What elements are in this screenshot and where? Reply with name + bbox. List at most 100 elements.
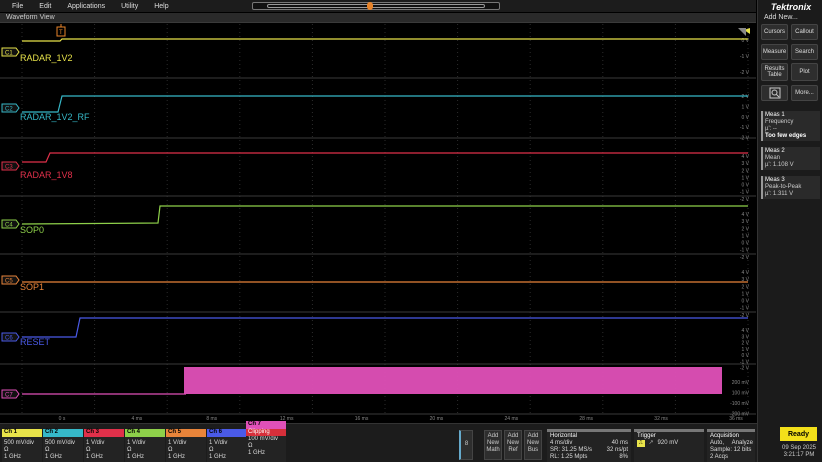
trigger-position: 8% — [619, 454, 628, 460]
horizontal-panel[interactable]: Horizontal 4 ms/div 40 ms SR: 31.25 MS/s 3… — [547, 429, 631, 462]
channel-id: C1 — [5, 51, 13, 57]
ch-bandwidth: 1 GHz — [209, 454, 227, 460]
volt-label: 100 mV — [732, 391, 750, 397]
trigger-panel[interactable]: Trigger ⎍ ↗ 920 mV — [634, 429, 704, 462]
volt-label: 0 V — [741, 115, 749, 121]
ch-termination: Ω — [248, 443, 253, 449]
menu-file[interactable]: File — [12, 3, 23, 10]
trigger-position-marker[interactable] — [367, 2, 373, 10]
waveform-plot[interactable]: 0 V -1 V -2 V2 V1 V0 V -1 V -2 V4 V3 V2 V1 V… — [0, 24, 756, 422]
time-label: 0 s — [59, 416, 66, 422]
search-button[interactable]: Search — [791, 44, 818, 60]
volt-label: 2 V — [741, 284, 749, 290]
volt-label: 0 V — [741, 353, 749, 359]
ch-termination: Ω — [168, 447, 173, 453]
menu-utility[interactable]: Utility — [121, 3, 138, 10]
channel-id: C3 — [5, 165, 13, 171]
trigger-level: 920 mV — [657, 440, 679, 446]
cursors-button[interactable]: Cursors — [761, 24, 788, 40]
volt-label: 200 mV — [732, 380, 750, 386]
ch-label: Ch 7 — [246, 421, 286, 429]
time-label: 32 ms — [654, 416, 668, 422]
add-new-math-button[interactable]: Add New Math — [484, 430, 502, 460]
volt-label: 1 V — [741, 347, 749, 353]
ch-label: Ch 6 — [207, 429, 247, 437]
ch-termination: Ω — [45, 447, 50, 453]
zoom-button[interactable] — [761, 85, 788, 101]
ch-scale: 1 V/div — [86, 440, 105, 446]
meas-value: µ': -- — [765, 126, 777, 132]
measure-button[interactable]: Measure — [761, 44, 788, 60]
clipping-warning: Clipping — [246, 429, 286, 436]
volt-label: -100 mV — [730, 401, 750, 407]
ch3-badge[interactable]: Ch 3 1 V/div Ω 1 GHz — [84, 429, 124, 462]
meas-title: Meas 1 — [765, 112, 785, 118]
volt-label: 2 V — [741, 226, 749, 232]
volt-label: 4 V — [741, 328, 749, 334]
channel-name: RADAR_1V2 — [20, 53, 73, 63]
menu-applications[interactable]: Applications — [67, 3, 105, 10]
horizontal-title: Horizontal — [550, 433, 578, 439]
volt-label: 4 V — [741, 270, 749, 276]
acquisition-panel[interactable]: Acquisition Auto, Sample: 12 bits 2 Acqs… — [707, 429, 755, 462]
ch-label: Ch 3 — [84, 429, 124, 437]
meas-name: Peak-to-Peak — [765, 184, 802, 190]
volt-label: 0 V — [741, 183, 749, 189]
meas-2-badge[interactable]: Meas 2 Mean µ': 1.108 V — [761, 147, 820, 170]
ch4-badge[interactable]: Ch 4 1 V/div Ω 1 GHz — [125, 429, 165, 462]
volt-label: -1 V — [740, 54, 750, 60]
ch-bandwidth: 1 GHz — [248, 450, 266, 456]
more-button[interactable]: More... — [791, 85, 818, 101]
time-label: 24 ms — [505, 416, 519, 422]
volt-label: -1 V — [740, 306, 750, 312]
ch1-badge[interactable]: Ch 1 500 mV/div Ω 1 GHz — [2, 429, 42, 462]
ch-scale: 1 V/div — [209, 440, 228, 446]
meas-name: Frequency — [765, 119, 794, 125]
add-new-bus-button[interactable]: Add New Bus — [524, 430, 542, 460]
volt-label: 3 V — [741, 161, 749, 167]
menu-edit[interactable]: Edit — [39, 3, 51, 10]
ch-termination: Ω — [127, 447, 132, 453]
meas-3-badge[interactable]: Meas 3 Peak-to-Peak µ': 1.311 V — [761, 176, 820, 199]
waveform-view-title: Waveform View — [6, 14, 55, 21]
ch-bandwidth: 1 GHz — [127, 454, 145, 460]
volt-label: -2 V — [740, 197, 750, 203]
ch5-badge[interactable]: Ch 5 1 V/div Ω 1 GHz — [166, 429, 206, 462]
ch7-badge[interactable]: Ch 7 Clipping 100 mV/div Ω 1 GHz — [246, 421, 286, 462]
ch-scale: 1 V/div — [168, 440, 187, 446]
ch2-badge[interactable]: Ch 2 500 mV/div Ω 1 GHz — [43, 429, 83, 462]
plot-button[interactable]: Plot — [791, 63, 818, 81]
meas-value: µ': 1.311 V — [765, 191, 794, 197]
channel-id: C5 — [5, 279, 13, 285]
menu-help[interactable]: Help — [154, 3, 168, 10]
ch-bandwidth: 1 GHz — [45, 454, 63, 460]
record-length: RL: 1.25 Mpts — [550, 454, 588, 460]
scroll-thumb[interactable] — [267, 4, 485, 8]
waveform-svg[interactable]: 0 V-1 V-2 V2 V1 V0 V-1 V-2 V4 V3 V2 V1 V… — [0, 24, 756, 422]
sample-rate: SR: 31.25 MS/s — [550, 447, 593, 453]
volt-label: 4 V — [741, 212, 749, 218]
volt-label: 1 V — [741, 104, 749, 110]
page-indicator[interactable]: 8 — [459, 430, 473, 460]
results-table-button[interactable]: Results Table — [761, 63, 788, 81]
run-status-button[interactable]: Ready — [780, 427, 817, 441]
meas-1-badge[interactable]: Meas 1 Frequency µ': -- Too few edges — [761, 111, 820, 141]
acquisition-resolution: Sample: 12 bits — [710, 447, 752, 453]
channel-id: C2 — [5, 107, 13, 113]
zoom-icon — [769, 87, 780, 99]
volt-label: -2 V — [740, 366, 750, 372]
horizontal-position-scrollbar[interactable] — [252, 2, 500, 10]
callout-button[interactable]: Callout — [791, 24, 818, 40]
volt-label: -1 V — [740, 125, 750, 131]
ch6-badge[interactable]: Ch 6 1 V/div Ω 1 GHz — [207, 429, 247, 462]
ch-bandwidth: 1 GHz — [168, 454, 186, 460]
time-per-point: 32 ns/pt — [606, 447, 628, 453]
time-label: 16 ms — [355, 416, 369, 422]
corner-icon — [738, 28, 746, 36]
ch-termination: Ω — [209, 447, 214, 453]
ch-scale: 1 V/div — [127, 440, 146, 446]
add-new-ref-button[interactable]: Add New Ref — [504, 430, 522, 460]
trigger-title: Trigger — [637, 433, 656, 439]
acquisition-count: 2 Acqs — [710, 454, 729, 460]
volt-label: 2 V — [741, 341, 749, 347]
